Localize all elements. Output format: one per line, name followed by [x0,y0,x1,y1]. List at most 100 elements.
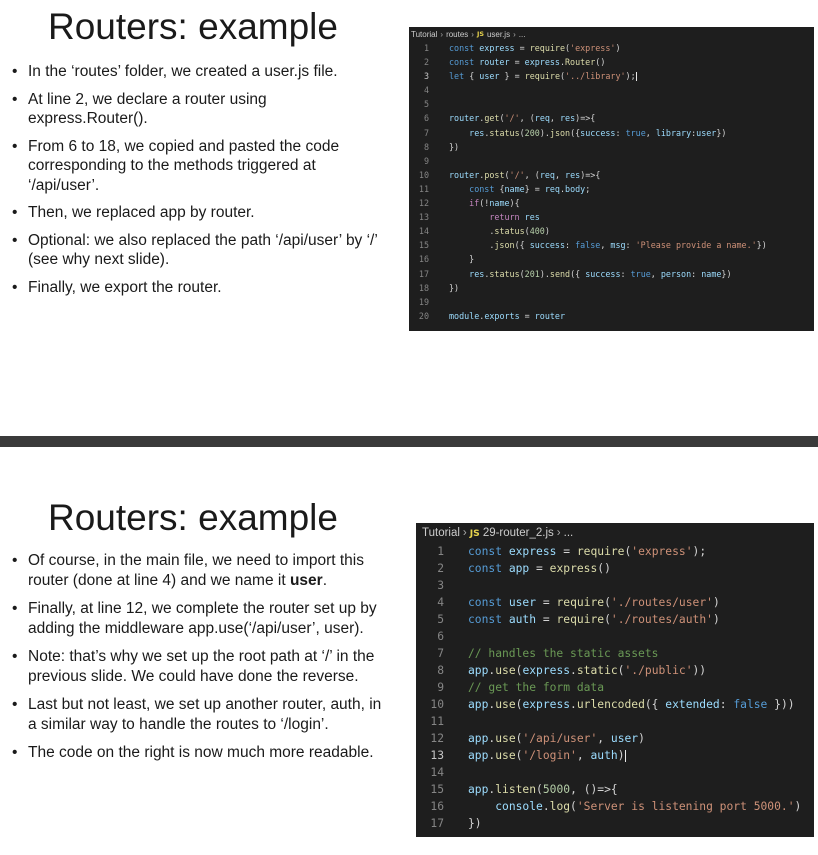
bullet-dot-icon: • [12,231,18,249]
line-number: 5 [437,613,444,626]
slide-1: Routers: example • In the ‘routes’ folder… [0,0,818,436]
line-number: 14 [430,766,444,779]
code-line: 15 .json({ success: false, msg: 'Please … [409,238,814,252]
bullet-dot-icon: • [12,696,18,713]
code-line: 10 app.use(express.urlencoded({ extended:… [416,696,814,713]
line-number: 16 [418,254,429,265]
code-text: app.use('/api/user', user) [468,732,645,745]
line-number: 1 [423,43,429,53]
code-line: 14 .status(400) [409,224,814,238]
line-number: 14 [418,226,429,237]
slide-2: Routers: example • Of course, in the main… [0,447,818,855]
code-line: 19 [409,295,814,309]
line-number: 10 [430,698,444,711]
js-file-icon: JS [476,30,484,38]
code-line: 18}) [409,281,814,295]
bullet-text: Finally, at line 12, we complete the rou… [28,600,377,637]
code-text: .json({ success: false, msg: 'Please pro… [489,240,767,251]
bullet-item: • Optional: we also replaced the path ‘/a… [10,231,380,270]
line-number: 5 [423,99,429,110]
code-text: }) [449,282,460,293]
code-text: // get the form data [468,681,605,694]
bullet-dot-icon: • [12,90,18,108]
line-number: 8 [437,664,444,677]
line-number: 12 [418,198,429,209]
breadcrumb-item: 29-router_2.js [482,527,554,539]
code-line: 20 module.exports = router [409,309,814,323]
code-line: 2 const app = express() [416,560,814,577]
code-line: 6 [416,628,814,645]
breadcrumb-item: Tutorial [422,527,460,539]
bullet-text: Of course, in the main file, we need to … [28,552,364,589]
code-line: 17 res.status(201).send({ success: true,… [409,267,814,281]
code-text: res.status(201).send({ success: true, pe… [469,268,732,279]
code-text: .status(400) [489,226,550,237]
bullet-text-part: . [322,571,327,589]
line-number: 9 [423,155,429,166]
code-lines: 1 const express = require('express'); 2 con… [416,543,814,832]
code-line: 8}) [409,140,814,154]
bullet-dot-icon: • [12,744,18,761]
code-text: app.use(express.static('./public')) [468,664,707,677]
code-line: 5 [409,97,814,111]
code-text: } [469,254,475,265]
breadcrumb: Tutorial › JS 29-router_2.js › ... [416,523,814,543]
bullet-dot-icon: • [12,137,18,155]
bullet-item: • Note: that’s why we set up the root pat… [10,647,388,686]
code-line: 9 // get the form data [416,679,814,696]
bullet-dot-icon: • [12,278,18,296]
code-text: const app = express() [468,562,611,575]
code-text: const user = require('./routes/user') [468,596,720,609]
breadcrumb-item: Tutorial [411,29,438,39]
bullet-item: • The code on the right is now much more … [10,743,388,763]
bullet-text: The code on the right is now much more r… [28,744,374,761]
bullet-text: Last but not least, we set up another ro… [28,696,382,733]
bullet-item: • Of course, in the main file, we need to… [10,551,388,590]
code-line: 12 app.use('/api/user', user) [416,730,814,747]
line-number: 4 [437,596,444,609]
code-line: 4 const user = require('./routes/user') [416,594,814,611]
bullet-text: Then, we replaced app by router. [28,204,255,221]
code-lines: 1 const express = require('express') 2 cons… [409,41,814,323]
code-text: const router = express.Router() [449,57,606,68]
bullet-item: • Finally, at line 12, we complete the ro… [10,599,388,638]
bullet-text: From 6 to 18, we copied and pasted the c… [28,137,340,194]
code-line: 7 // handles the static assets [416,645,814,662]
line-number: 6 [437,630,444,643]
breadcrumb-item: user.js [486,29,511,39]
code-line: 10 router.post('/', (req, res)=>{ [409,168,814,182]
bullet-dot-icon: • [12,63,18,80]
bullet-text: Note: that’s why we set up the root path… [28,648,375,685]
code-line: 9 [409,154,814,168]
bullet-item: • Finally, we export the router. [10,278,380,298]
js-file-icon: JS [469,527,480,539]
line-number: 2 [423,57,429,68]
code-text: const express = require('express') [449,43,621,53]
code-line: 11 [416,713,814,730]
code-line: 17}) [416,815,814,832]
code-text: app.use('/login', auth) [468,749,626,762]
line-number: 15 [418,240,429,251]
code-editor-screenshot: Tutorial › JS 29-router_2.js › ... 1 cons… [416,523,814,837]
code-text: }) [449,141,460,152]
bullet-list: • Of course, in the main file, we need to… [10,551,388,772]
line-number: 13 [430,749,444,762]
chevron-right-icon: › [556,527,561,539]
bullet-item: • Last but not least, we set up another r… [10,695,388,734]
line-number: 17 [418,268,429,279]
bullet-item: • From 6 to 18, we copied and pasted the … [10,137,380,196]
code-line: 8 app.use(express.static('./public')) [416,662,814,679]
bullet-dot-icon: • [12,600,18,617]
code-line: 16 console.log('Server is listening port… [416,798,814,815]
code-text: }) [468,817,482,830]
chevron-right-icon: › [471,29,474,39]
code-text: let { user } = require('../library'); [449,71,637,82]
line-number: 7 [437,647,444,660]
